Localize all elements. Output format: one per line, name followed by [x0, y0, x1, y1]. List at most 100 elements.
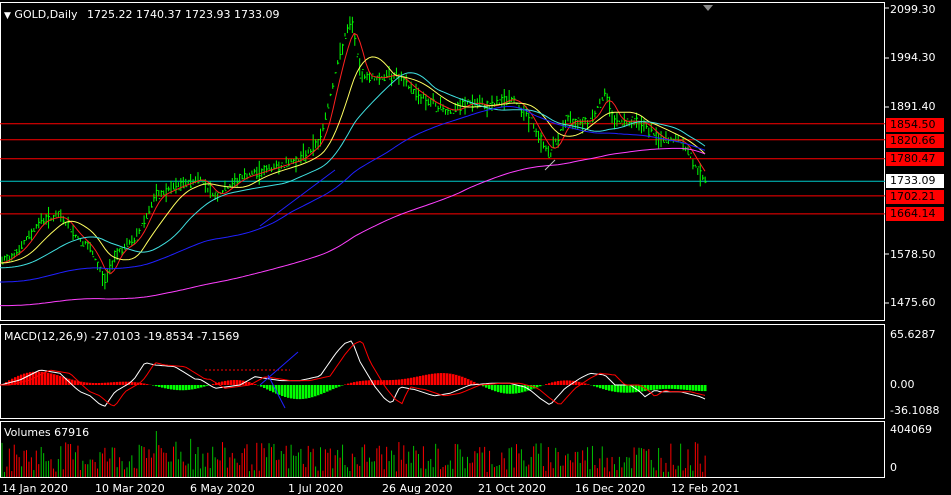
macd-bar	[365, 380, 368, 385]
macd-bar	[119, 381, 122, 385]
volume-axis-label: 0	[890, 461, 897, 474]
macd-bar	[107, 382, 110, 385]
macd-bar	[548, 383, 551, 385]
volume-axis-label: 404069	[890, 423, 932, 436]
macd-bar	[23, 373, 26, 385]
macd-bar	[263, 385, 266, 389]
macd-bar	[98, 382, 101, 385]
macd-bar	[338, 385, 341, 387]
macd-bar	[179, 385, 182, 391]
macd-bar	[158, 385, 161, 387]
macd-bar	[689, 385, 692, 391]
macd-bar	[458, 375, 461, 385]
macd-bar	[668, 385, 671, 389]
macd-bar	[53, 374, 56, 385]
macd-bar	[659, 385, 662, 390]
price-axis-label: 1994.30	[890, 51, 936, 64]
macd-bar	[377, 380, 380, 385]
macd-bar	[389, 380, 392, 385]
macd-bar	[266, 385, 269, 390]
macd-bar	[347, 383, 350, 385]
volumes-label: Volumes 67916	[4, 426, 90, 439]
macd-bar	[701, 385, 704, 392]
symbol-label: GOLD,Daily	[14, 8, 78, 21]
macd-bar	[86, 382, 89, 385]
macd-bar	[173, 385, 176, 390]
level-badge: 1780.47	[886, 152, 944, 166]
macd-bar	[356, 381, 359, 385]
macd-bar	[434, 373, 437, 385]
macd-bar	[194, 385, 197, 389]
macd-bar	[656, 385, 659, 390]
ma-cyan-line	[0, 72, 706, 269]
macd-bar	[89, 382, 92, 385]
macd-bar	[452, 374, 455, 385]
price-axis-label: 2099.30	[890, 3, 936, 16]
macd-bar	[206, 385, 209, 386]
macd-bar	[281, 385, 284, 397]
macd-bar	[236, 380, 239, 385]
macd-bar	[464, 377, 467, 385]
macd-bar	[449, 373, 452, 385]
chart-header: ▼ GOLD,Daily 1725.22 1740.37 1723.93 173…	[4, 8, 280, 23]
macd-bar	[467, 379, 470, 385]
macd-bar	[110, 382, 113, 385]
macd-bar	[665, 385, 668, 389]
macd-bar	[437, 373, 440, 385]
date-axis-label: 1 Jul 2020	[288, 482, 344, 495]
macd-bar	[605, 385, 608, 390]
macd-bar	[170, 385, 173, 390]
date-axis-label: 16 Dec 2020	[575, 482, 646, 495]
macd-bar	[410, 377, 413, 385]
macd-bar	[26, 372, 29, 385]
macd-bar	[593, 385, 596, 387]
macd-bar	[176, 385, 179, 391]
macd-bar	[188, 385, 191, 390]
level-badge: 1854.50	[886, 118, 944, 132]
macd-bar	[677, 385, 680, 390]
macd-bar	[395, 379, 398, 385]
macd-bar	[704, 385, 707, 392]
macd-bar	[563, 380, 566, 385]
macd-bar	[284, 385, 287, 397]
macd-bar	[296, 385, 299, 400]
macd-bar	[164, 385, 167, 389]
macd-bar	[539, 385, 542, 387]
date-axis-label: 12 Feb 2021	[671, 482, 740, 495]
macd-bar	[551, 382, 554, 385]
macd-bar	[446, 373, 449, 385]
ohlc-values: 1725.22 1740.37 1723.93 1733.09	[87, 8, 280, 21]
price-axis-label: 1578.50	[890, 248, 936, 261]
macd-bar	[398, 379, 401, 385]
macd-bar	[38, 371, 41, 385]
macd-bar	[116, 381, 119, 385]
macd-bar	[419, 375, 422, 385]
date-axis-label: 26 Aug 2020	[382, 482, 453, 495]
macd-bar	[254, 384, 257, 385]
macd-bar	[56, 375, 59, 385]
macd-bar	[314, 385, 317, 397]
macd-bar	[584, 383, 587, 385]
macd-bar	[491, 385, 494, 391]
macd-bar	[488, 385, 491, 389]
macd-bar	[227, 380, 230, 385]
macd-bar	[506, 385, 509, 394]
macd-bar	[350, 382, 353, 385]
macd-bar	[332, 385, 335, 390]
macd-bar	[203, 385, 206, 387]
macd-bar	[608, 385, 611, 391]
macd-bar	[560, 380, 563, 385]
macd-bar	[500, 385, 503, 393]
macd-bar	[494, 385, 497, 392]
macd-bar	[140, 382, 143, 385]
triangle-down-icon[interactable]: ▼	[4, 11, 11, 21]
macd-bar	[353, 382, 356, 385]
macd-bar	[515, 385, 518, 394]
macd-bar	[557, 381, 560, 385]
macd-bar	[50, 373, 53, 385]
macd-bar	[620, 385, 623, 393]
macd-bar	[404, 378, 407, 385]
trading-chart[interactable]	[0, 0, 951, 495]
macd-bar	[596, 385, 599, 388]
date-axis-label: 14 Jan 2020	[2, 482, 68, 495]
